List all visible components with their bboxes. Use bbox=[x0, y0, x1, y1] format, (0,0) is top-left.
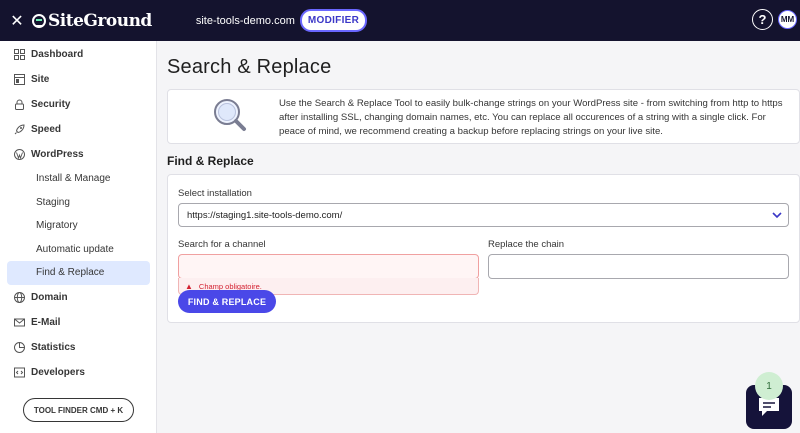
sidebar-item-label: Statistics bbox=[31, 341, 76, 353]
globe-icon bbox=[14, 291, 25, 303]
tool-finder-button[interactable]: TOOL FINDER CMD + K bbox=[23, 398, 134, 422]
sidebar-item-label: Site bbox=[31, 74, 50, 85]
sidebar-item-label: Security bbox=[31, 99, 71, 110]
sidebar-item-speed[interactable]: Speed bbox=[6, 117, 150, 142]
sidebar-item-site[interactable]: Site bbox=[6, 67, 150, 92]
info-box: Use the Search & Replace Tool to easily … bbox=[167, 89, 800, 144]
sidebar: Dashboard Site Security Speed WordPress … bbox=[0, 41, 157, 433]
siteground-logo[interactable]: SiteGround bbox=[32, 0, 152, 41]
sidebar-item-label: Speed bbox=[31, 124, 62, 135]
site-icon bbox=[14, 74, 25, 85]
wordpress-icon bbox=[14, 149, 25, 160]
sidebar-item-developers[interactable]: Developers bbox=[6, 360, 150, 385]
sidebar-item-label: E-Mail bbox=[31, 316, 61, 328]
search-input[interactable] bbox=[178, 254, 479, 279]
sidebar-item-label: WordPress bbox=[31, 149, 84, 160]
grid-icon bbox=[14, 49, 25, 60]
select-installation-label: Select installation bbox=[178, 188, 252, 199]
top-bar: ✕ SiteGround site-tools-demo.com MODIFIE… bbox=[0, 0, 800, 41]
close-icon[interactable]: ✕ bbox=[2, 0, 32, 41]
installation-select[interactable]: https://staging1.site-tools-demo.com/ bbox=[178, 203, 789, 227]
sidebar-item-label: Developers bbox=[31, 366, 85, 378]
replace-label: Replace the chain bbox=[488, 239, 565, 250]
sidebar-item-dashboard[interactable]: Dashboard bbox=[6, 42, 150, 67]
chart-icon bbox=[14, 341, 25, 353]
code-icon bbox=[14, 367, 25, 378]
logo-text: SiteGround bbox=[48, 10, 152, 31]
chat-count-badge[interactable]: 1 bbox=[755, 372, 783, 400]
sidebar-subitem-automatic-update[interactable]: Automatic update bbox=[7, 238, 150, 262]
installation-select-value: https://staging1.site-tools-demo.com/ bbox=[187, 209, 343, 221]
page-title: Search & Replace bbox=[167, 56, 332, 78]
search-label: Search for a channel bbox=[178, 239, 266, 250]
logo-mark-icon bbox=[32, 13, 46, 28]
sidebar-subitem-install-manage[interactable]: Install & Manage bbox=[7, 167, 150, 191]
sidebar-item-label: Domain bbox=[31, 291, 68, 303]
site-domain[interactable]: site-tools-demo.com bbox=[196, 15, 295, 27]
lock-icon bbox=[14, 99, 25, 110]
find-replace-card: Select installation https://staging1.sit… bbox=[167, 174, 800, 323]
info-description: Use the Search & Replace Tool to easily … bbox=[279, 98, 783, 137]
sidebar-subitem-staging[interactable]: Staging bbox=[7, 191, 150, 215]
modifier-badge[interactable]: MODIFIER bbox=[299, 9, 368, 32]
mail-icon bbox=[14, 317, 25, 328]
main-content: Search & Replace Use the Search & Replac… bbox=[167, 41, 800, 323]
help-icon[interactable]: ? bbox=[752, 9, 773, 30]
chevron-down-icon bbox=[772, 212, 782, 219]
rocket-icon bbox=[14, 124, 25, 135]
replace-input[interactable] bbox=[488, 254, 789, 279]
sidebar-item-wordpress[interactable]: WordPress bbox=[6, 142, 150, 167]
sidebar-subitem-migratory[interactable]: Migratory bbox=[7, 214, 150, 238]
sidebar-item-statistics[interactable]: Statistics bbox=[6, 335, 150, 360]
sidebar-item-email[interactable]: E-Mail bbox=[6, 310, 150, 335]
sidebar-subitem-find-replace[interactable]: Find & Replace bbox=[7, 261, 150, 285]
find-replace-button[interactable]: FIND & REPLACE bbox=[178, 290, 276, 313]
sidebar-item-domain[interactable]: Domain bbox=[6, 285, 150, 310]
magnifier-icon bbox=[214, 99, 246, 131]
section-title: Find & Replace bbox=[167, 154, 254, 168]
sidebar-item-label: Dashboard bbox=[31, 49, 84, 60]
avatar[interactable]: MM bbox=[778, 10, 797, 29]
sidebar-item-security[interactable]: Security bbox=[6, 92, 150, 117]
